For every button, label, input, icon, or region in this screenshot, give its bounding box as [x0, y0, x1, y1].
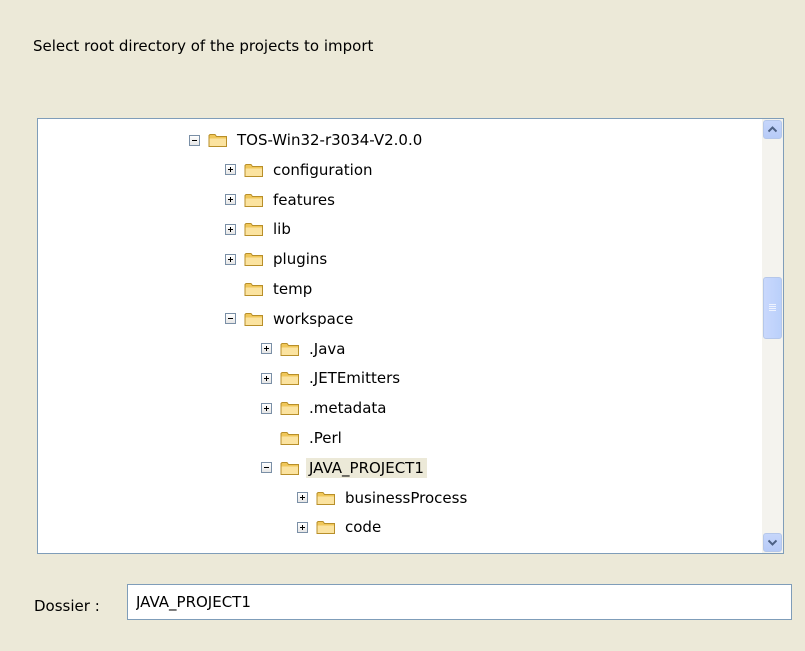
tree-item-label[interactable]: features	[270, 190, 338, 210]
tree-item[interactable]: temp	[225, 276, 315, 302]
expand-icon[interactable]	[261, 402, 272, 414]
collapse-icon[interactable]	[225, 313, 236, 325]
folder-icon	[280, 460, 300, 476]
expand-icon[interactable]	[297, 492, 308, 504]
tree-item-label[interactable]: .metadata	[306, 398, 389, 418]
expand-icon[interactable]	[261, 343, 272, 355]
tree-item[interactable]: configuration	[225, 157, 376, 183]
tree-item-label[interactable]: lib	[270, 219, 294, 239]
vertical-scrollbar[interactable]	[762, 119, 783, 553]
folder-icon	[244, 192, 264, 208]
tree-item[interactable]: businessProcess	[297, 485, 470, 511]
tree-item-label[interactable]: TOS-Win32-r3034-V2.0.0	[234, 130, 425, 150]
tree-item-label[interactable]: .JETEmitters	[306, 368, 403, 388]
folder-path-input[interactable]	[127, 584, 792, 620]
folder-icon	[280, 370, 300, 386]
tree-item[interactable]: code	[297, 514, 384, 540]
directory-tree-panel: TOS-Win32-r3034-V2.0.0 configuration featu…	[37, 118, 784, 554]
directory-tree[interactable]: TOS-Win32-r3034-V2.0.0 configuration featu…	[38, 119, 763, 553]
tree-item[interactable]: TOS-Win32-r3034-V2.0.0	[189, 127, 425, 153]
scroll-thumb[interactable]	[763, 277, 782, 339]
tree-item-label[interactable]: JAVA_PROJECT1	[306, 457, 427, 478]
scroll-down-button[interactable]	[763, 533, 782, 552]
expand-icon[interactable]	[225, 223, 236, 235]
folder-icon	[208, 132, 228, 148]
tree-item-label[interactable]: plugins	[270, 249, 330, 269]
folder-icon	[244, 162, 264, 178]
no-expander	[225, 284, 236, 295]
folder-icon	[244, 311, 264, 327]
expand-icon[interactable]	[225, 194, 236, 206]
grip-line	[769, 306, 776, 307]
tree-item[interactable]: lib	[225, 216, 294, 242]
chevron-down-icon	[768, 539, 777, 546]
instruction-text: Select root directory of the projects to…	[33, 37, 374, 55]
tree-item[interactable]: .Perl	[261, 425, 345, 451]
folder-icon	[316, 519, 336, 535]
grip-line	[769, 308, 776, 309]
expand-icon[interactable]	[261, 372, 272, 384]
collapse-icon[interactable]	[261, 462, 272, 474]
folder-icon	[244, 281, 264, 297]
folder-icon	[244, 251, 264, 267]
tree-item[interactable]: features	[225, 187, 338, 213]
tree-item[interactable]: JAVA_PROJECT1	[261, 455, 427, 481]
collapse-icon[interactable]	[189, 134, 200, 146]
folder-label: Dossier :	[34, 597, 100, 615]
folder-icon	[280, 341, 300, 357]
folder-icon	[280, 400, 300, 416]
tree-item-label[interactable]: code	[342, 517, 384, 537]
tree-item-label[interactable]: workspace	[270, 309, 356, 329]
scroll-up-button[interactable]	[763, 120, 782, 139]
tree-item[interactable]: .JETEmitters	[261, 365, 403, 391]
tree-item-label[interactable]: configuration	[270, 160, 376, 180]
tree-item-label[interactable]: .Perl	[306, 428, 345, 448]
tree-item-label[interactable]: temp	[270, 279, 315, 299]
tree-item[interactable]: .metadata	[261, 395, 389, 421]
folder-icon	[280, 430, 300, 446]
no-expander	[261, 433, 272, 444]
grip-line	[769, 310, 776, 311]
folder-icon	[244, 221, 264, 237]
tree-item[interactable]: .Java	[261, 336, 348, 362]
expand-icon[interactable]	[225, 164, 236, 176]
expand-icon[interactable]	[297, 521, 308, 533]
tree-item[interactable]: plugins	[225, 246, 330, 272]
folder-icon	[316, 490, 336, 506]
tree-item-label[interactable]: .Java	[306, 339, 348, 359]
chevron-up-icon	[768, 126, 777, 133]
tree-item[interactable]: workspace	[225, 306, 356, 332]
tree-item-label[interactable]: businessProcess	[342, 488, 470, 508]
grip-line	[769, 304, 776, 305]
expand-icon[interactable]	[225, 253, 236, 265]
